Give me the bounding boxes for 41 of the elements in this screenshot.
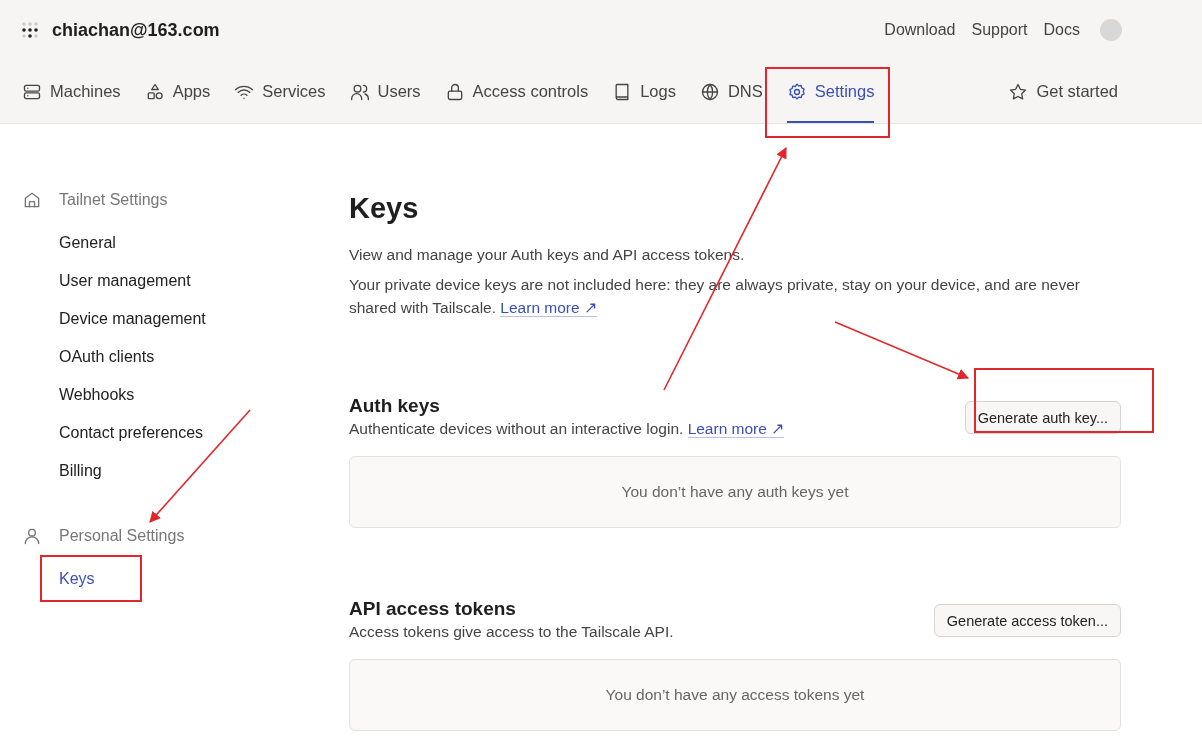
nav-tab[interactable]: DNS xyxy=(699,60,763,123)
sidebar-item[interactable]: User management xyxy=(59,262,349,300)
generate-button[interactable]: Generate access token... xyxy=(933,604,1121,637)
account-email: chiachan@163.com xyxy=(52,19,220,41)
avatar[interactable] xyxy=(1100,19,1122,41)
sidebar-heading: Personal Settings xyxy=(59,527,185,545)
settings-icon xyxy=(786,81,807,102)
top-link[interactable]: Support xyxy=(971,21,1028,39)
top-link[interactable]: Docs xyxy=(1043,21,1080,39)
get-started-link[interactable]: Get started xyxy=(1008,60,1118,123)
person-icon xyxy=(22,526,42,546)
home-icon xyxy=(22,190,42,210)
sidebar-heading: Tailnet Settings xyxy=(59,191,168,209)
nav-tab[interactable]: Logs xyxy=(612,60,676,123)
generate-button[interactable]: Generate auth key... xyxy=(964,401,1121,434)
learn-more-link[interactable]: Learn more ↗ xyxy=(500,299,597,317)
sidebar-item[interactable]: Billing xyxy=(59,452,349,490)
sidebar-item[interactable]: Device management xyxy=(59,300,349,338)
globe-icon xyxy=(699,81,720,102)
nav-tab[interactable]: Access controls xyxy=(444,60,589,123)
nav-tab[interactable]: Services xyxy=(234,60,326,123)
nav-tab[interactable]: Machines xyxy=(22,60,121,123)
section-title: Auth keys xyxy=(349,395,441,417)
nav-tab[interactable]: Users xyxy=(349,60,421,123)
dots-logo-icon xyxy=(22,22,38,38)
page-title: Keys xyxy=(349,192,420,225)
sidebar-item[interactable]: Contact preferences xyxy=(59,414,349,452)
section-description: Access tokens give access to the Tailscale API. xyxy=(349,622,674,642)
top-link[interactable]: Download xyxy=(884,21,956,39)
empty-state-text: You don’t have any access tokens yet xyxy=(605,686,865,704)
section-title: API access tokens xyxy=(349,598,517,620)
sidebar-item[interactable]: Keys xyxy=(59,560,349,598)
section-description: Authenticate devices without an interactive login. Learn more ↗ xyxy=(349,419,785,440)
nav-tab[interactable]: Apps xyxy=(144,60,211,123)
nav-tab[interactable]: Settings xyxy=(786,60,875,123)
sidebar-item[interactable]: Webhooks xyxy=(59,376,349,414)
sidebar-item[interactable]: General xyxy=(59,224,349,262)
empty-state-text: You don’t have any auth keys yet xyxy=(621,483,849,501)
star-icon xyxy=(1008,81,1029,102)
learn-more-link[interactable]: Learn more ↗ xyxy=(687,420,785,438)
sidebar-item[interactable]: OAuth clients xyxy=(59,338,349,376)
